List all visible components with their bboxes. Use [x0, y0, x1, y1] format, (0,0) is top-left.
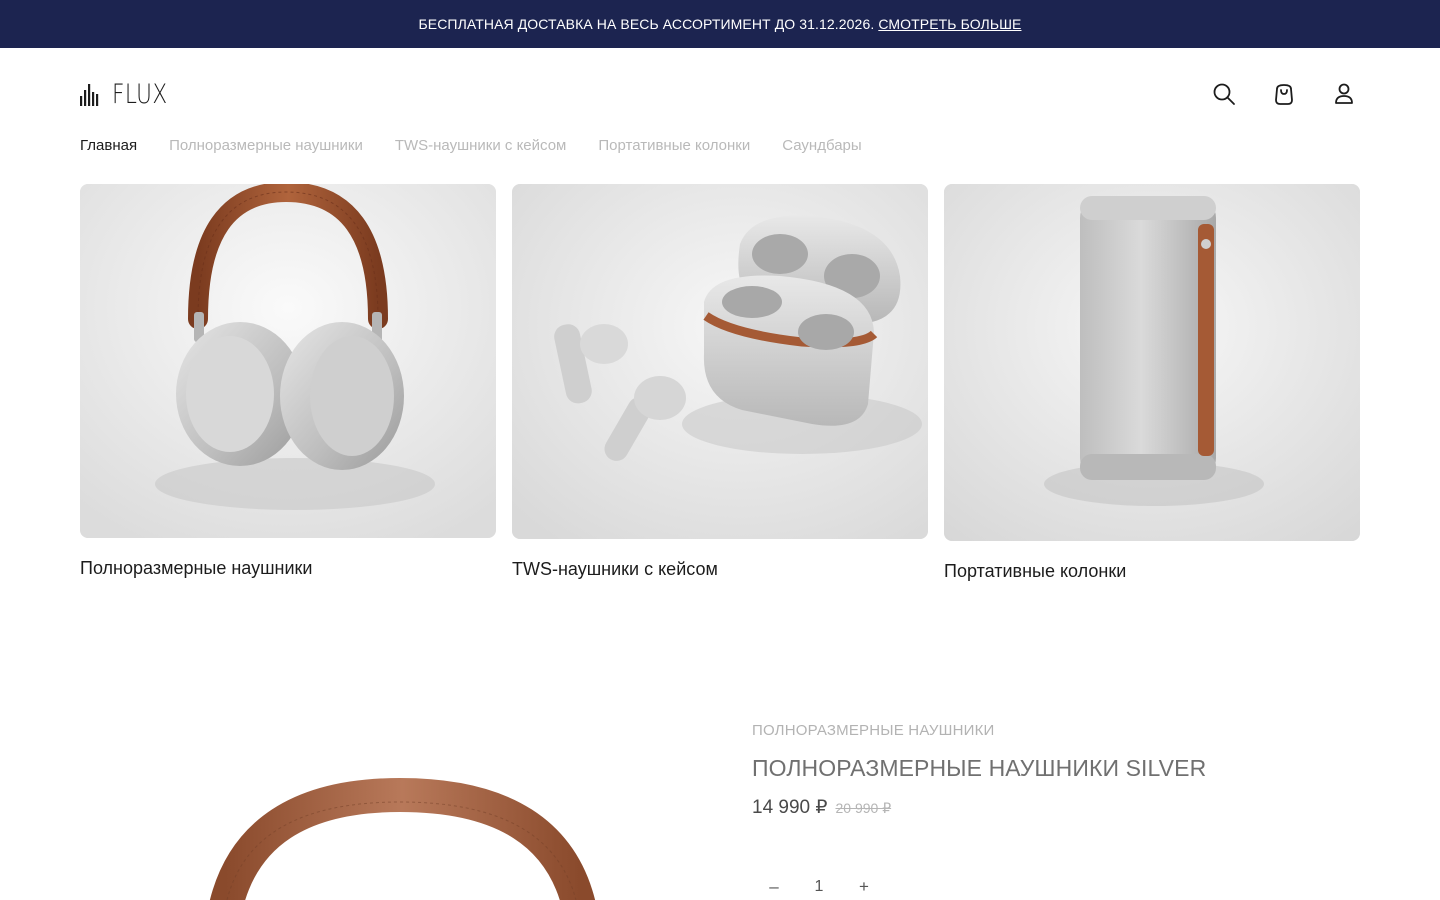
price-row: 14 990 ₽ 20 990 ₽ [752, 796, 1206, 819]
product-category[interactable]: ПОЛНОРАЗМЕРНЫЕ НАУШНИКИ [752, 722, 1206, 739]
headphones-image [80, 184, 496, 538]
nav-item-tws-earbuds[interactable]: TWS-наушники с кейсом [395, 137, 567, 154]
increase-quantity-button[interactable]: + [842, 872, 886, 900]
old-price: 20 990 ₽ [835, 800, 892, 816]
main-nav: Главная Полноразмерные наушники TWS-науш… [80, 137, 862, 154]
category-card-tws-earbuds[interactable]: TWS-наушники с кейсом [512, 184, 928, 580]
category-label: TWS-наушники с кейсом [512, 559, 718, 579]
promo-bar: БЕСПЛАТНАЯ ДОСТАВКА НА ВЕСЬ АССОРТИМЕНТ … [0, 0, 1440, 48]
product-image [80, 700, 710, 900]
decrease-quantity-button[interactable]: – [752, 872, 796, 900]
equalizer-logo-icon [80, 84, 99, 106]
user-icon [1335, 83, 1353, 104]
product-title: ПОЛНОРАЗМЕРНЫЕ НАУШНИКИ SILVER [752, 755, 1207, 781]
category-label: Портативные колонки [944, 561, 1127, 581]
brand-logo[interactable]: FLUX [80, 78, 182, 110]
brand-name: FLUX [112, 78, 168, 110]
promo-text: БЕСПЛАТНАЯ ДОСТАВКА НА ВЕСЬ АССОРТИМЕНТ … [418, 16, 875, 32]
search-button[interactable] [1208, 78, 1240, 110]
nav-item-home[interactable]: Главная [80, 137, 137, 154]
quantity-stepper: – 1 + [752, 872, 886, 900]
current-price: 14 990 ₽ [752, 797, 828, 818]
category-card-portable-speakers[interactable]: Портативные колонки [944, 184, 1360, 582]
nav-item-portable-speakers[interactable]: Портативные колонки [598, 137, 750, 154]
nav-item-over-ear-headphones[interactable]: Полноразмерные наушники [169, 137, 363, 154]
promo-link[interactable]: СМОТРЕТЬ БОЛЬШЕ [878, 16, 1021, 32]
tws-earbuds-image [512, 184, 928, 539]
account-button[interactable] [1328, 78, 1360, 110]
category-card-headphones[interactable]: Полноразмерные наушники [80, 184, 496, 579]
category-label: Полноразмерные наушники [80, 558, 313, 578]
search-icon [1213, 83, 1235, 105]
header-actions [1208, 78, 1360, 110]
nav-item-soundbars[interactable]: Саундбары [782, 137, 861, 154]
quantity-value[interactable]: 1 [796, 878, 842, 896]
portable-speaker-image [944, 184, 1360, 541]
product-info: ПОЛНОРАЗМЕРНЫЕ НАУШНИКИ ПОЛНОРАЗМЕРНЫЕ Н… [752, 722, 1206, 819]
cart-button[interactable] [1268, 78, 1300, 110]
shopping-bag-icon [1275, 84, 1293, 105]
